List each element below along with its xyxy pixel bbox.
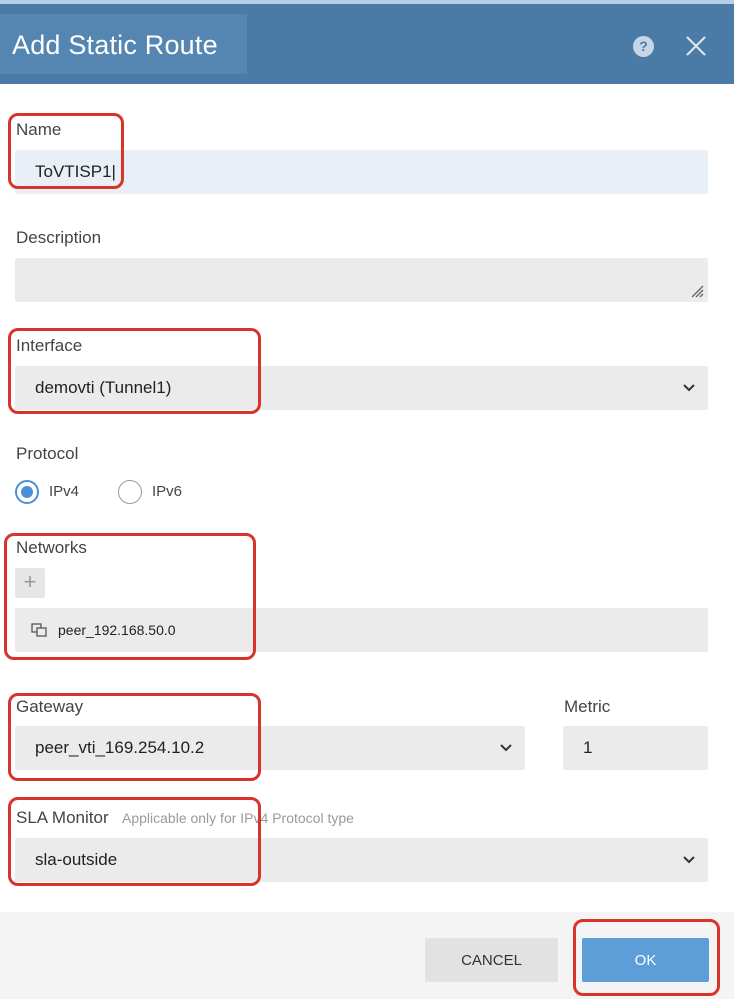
interface-select[interactable]: demovti (Tunnel1) bbox=[15, 366, 708, 410]
network-item[interactable]: peer_192.168.50.0 bbox=[58, 622, 176, 638]
cancel-button[interactable]: CANCEL bbox=[425, 938, 558, 982]
ok-button[interactable]: OK bbox=[582, 938, 709, 982]
network-object-icon bbox=[31, 623, 47, 637]
name-input[interactable]: ToVTISP1| bbox=[15, 150, 708, 194]
ipv6-radio[interactable] bbox=[118, 480, 142, 504]
close-icon[interactable] bbox=[684, 34, 708, 58]
ipv4-radio[interactable] bbox=[15, 480, 39, 504]
gateway-select[interactable]: peer_vti_169.254.10.2 bbox=[15, 726, 525, 770]
add-network-button[interactable]: + bbox=[15, 568, 45, 598]
resize-handle-icon[interactable] bbox=[690, 284, 704, 298]
sla-monitor-value: sla-outside bbox=[35, 850, 118, 869]
sla-monitor-hint: Applicable only for IPv4 Protocol type bbox=[122, 810, 354, 826]
description-label: Description bbox=[16, 228, 102, 247]
sla-monitor-select[interactable]: sla-outside bbox=[15, 838, 708, 882]
description-textarea[interactable] bbox=[15, 258, 708, 302]
ipv6-label: IPv6 bbox=[152, 483, 183, 500]
interface-value: demovti (Tunnel1) bbox=[35, 378, 172, 397]
gateway-label: Gateway bbox=[16, 697, 84, 716]
metric-label: Metric bbox=[564, 697, 611, 716]
interface-label: Interface bbox=[16, 336, 83, 355]
metric-value: 1 bbox=[583, 738, 593, 757]
sla-monitor-label: SLA Monitor bbox=[16, 808, 109, 827]
help-icon[interactable]: ? bbox=[633, 36, 654, 57]
ipv4-label: IPv4 bbox=[49, 483, 80, 500]
networks-list: peer_192.168.50.0 bbox=[15, 608, 708, 652]
metric-input[interactable]: 1 bbox=[563, 726, 708, 770]
gateway-value: peer_vti_169.254.10.2 bbox=[35, 738, 205, 757]
chevron-down-icon bbox=[683, 856, 695, 864]
networks-label: Networks bbox=[16, 538, 87, 557]
dialog-title: Add Static Route bbox=[12, 30, 218, 60]
name-value: ToVTISP1| bbox=[35, 162, 116, 181]
chevron-down-icon bbox=[500, 744, 512, 752]
protocol-label: Protocol bbox=[16, 444, 79, 463]
name-label: Name bbox=[16, 120, 62, 139]
chevron-down-icon bbox=[683, 384, 695, 392]
